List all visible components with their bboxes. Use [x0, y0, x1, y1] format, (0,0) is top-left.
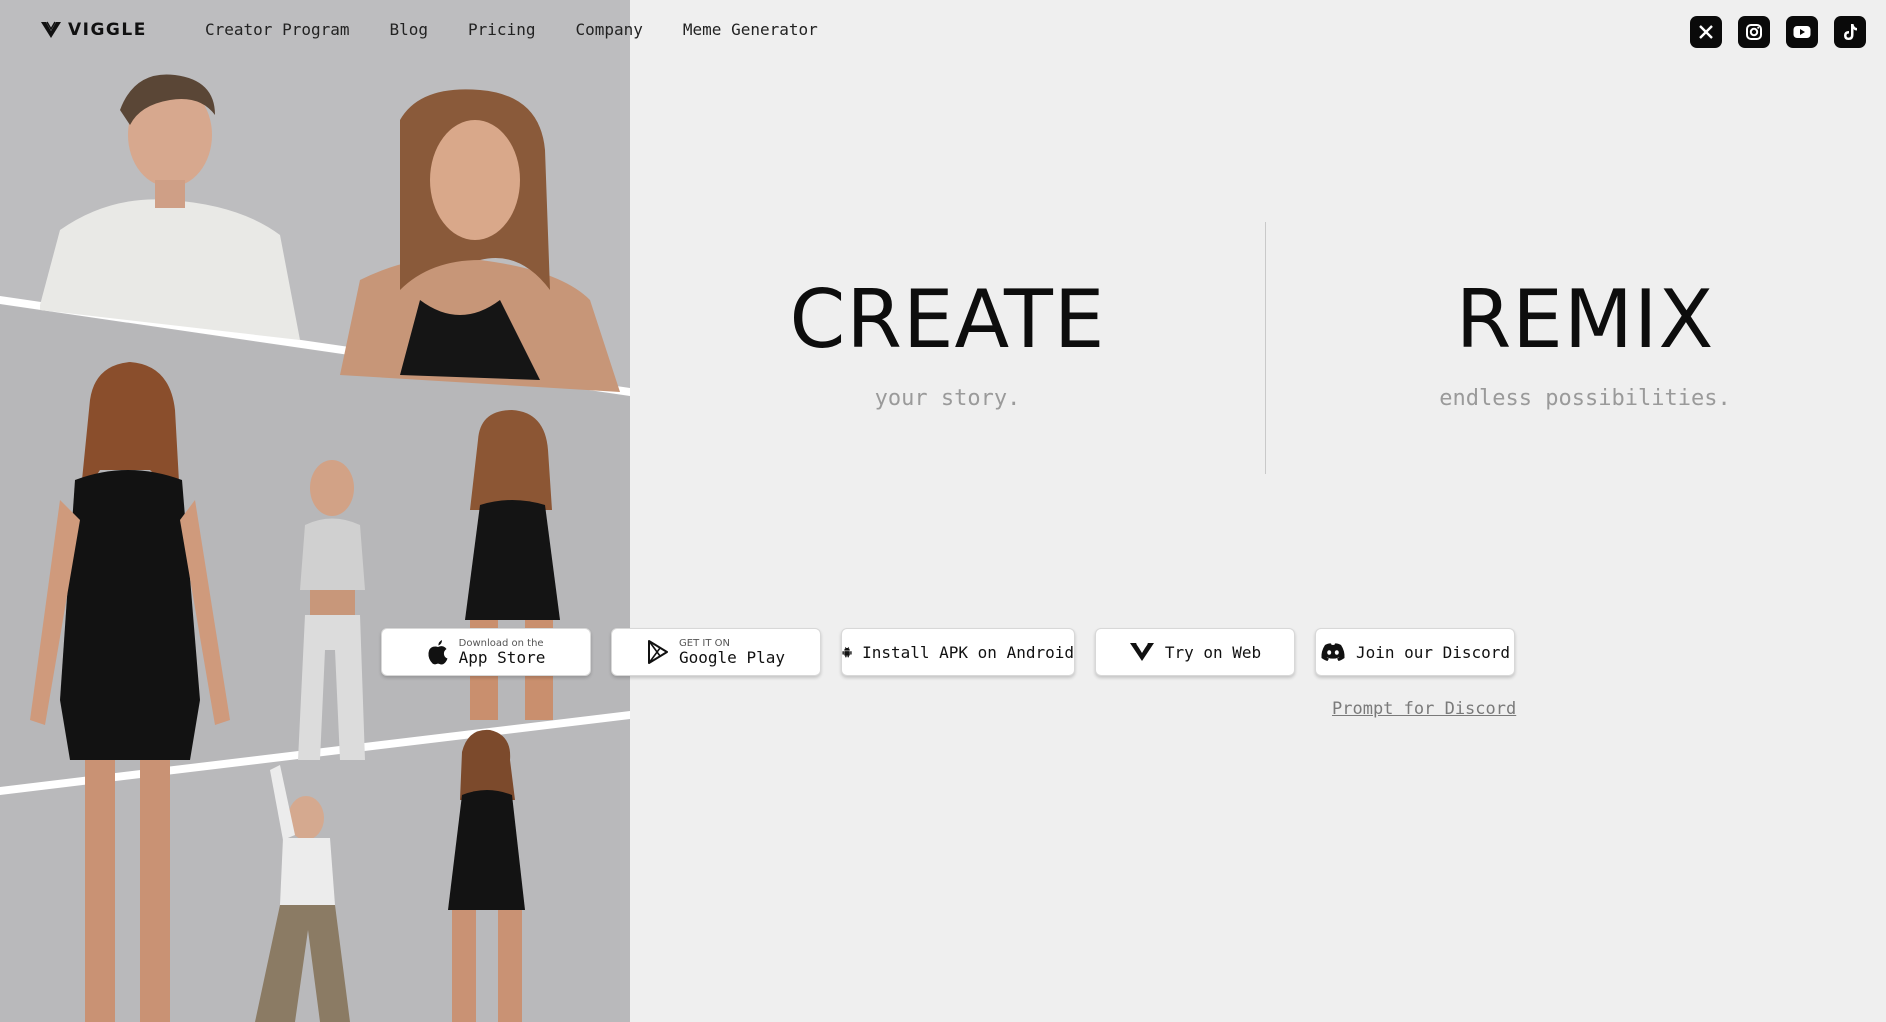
app-store-text: Download on the App Store [459, 638, 546, 667]
tiktok-icon[interactable] [1834, 16, 1866, 48]
nav-link-pricing[interactable]: Pricing [468, 20, 535, 39]
try-on-web-button[interactable]: Try on Web [1095, 628, 1295, 676]
install-apk-button[interactable]: Install APK on Android [841, 628, 1075, 676]
hero-create-title: CREATE [789, 273, 1106, 366]
hero-divider [1265, 222, 1266, 474]
app-store-label: App Store [458, 647, 546, 667]
nav-links: Creator Program Blog Pricing Company Mem… [205, 20, 858, 39]
google-play-text: GET IT ON Google Play [679, 638, 785, 667]
join-discord-label: Join our Discord [1355, 642, 1511, 662]
social-links [1690, 16, 1866, 48]
app-store-button[interactable]: Download on the App Store [381, 628, 591, 676]
google-play-label: Google Play [679, 647, 785, 667]
viggle-logo-icon [41, 21, 61, 38]
nav-link-blog[interactable]: Blog [390, 20, 429, 39]
discord-icon [1321, 643, 1345, 661]
join-discord-button[interactable]: Join our Discord [1315, 628, 1515, 676]
hero-collage-image [0, 0, 630, 1022]
hero-create-subtitle: your story. [874, 386, 1021, 411]
nav-link-creator-program[interactable]: Creator Program [205, 20, 350, 39]
brand-logo[interactable]: VIGGLE [40, 20, 147, 40]
youtube-icon[interactable] [1786, 16, 1818, 48]
install-apk-label: Install APK on Android [862, 642, 1074, 662]
x-icon[interactable] [1690, 16, 1722, 48]
apple-icon [428, 640, 448, 665]
nav-link-company[interactable]: Company [575, 20, 642, 39]
hero-create-block: CREATE your story. [780, 273, 1115, 412]
google-play-icon [648, 640, 669, 664]
instagram-icon[interactable] [1738, 16, 1770, 48]
google-play-button[interactable]: GET IT ON Google Play [611, 628, 821, 676]
hero-remix-subtitle: endless possibilities. [1439, 386, 1731, 411]
hero-media-panel [0, 0, 630, 1022]
try-on-web-label: Try on Web [1164, 642, 1262, 662]
viggle-logo-icon [1129, 643, 1154, 661]
prompt-for-discord-link[interactable]: Prompt for Discord [1332, 699, 1516, 719]
top-navigation: VIGGLE Creator Program Blog Pricing Comp… [0, 0, 1886, 64]
brand-name: VIGGLE [68, 20, 147, 40]
nav-link-meme-generator[interactable]: Meme Generator [683, 20, 818, 39]
android-icon [842, 646, 852, 658]
hero-remix-title: REMIX [1455, 273, 1715, 366]
hero-remix-block: REMIX endless possibilities. [1430, 273, 1740, 412]
